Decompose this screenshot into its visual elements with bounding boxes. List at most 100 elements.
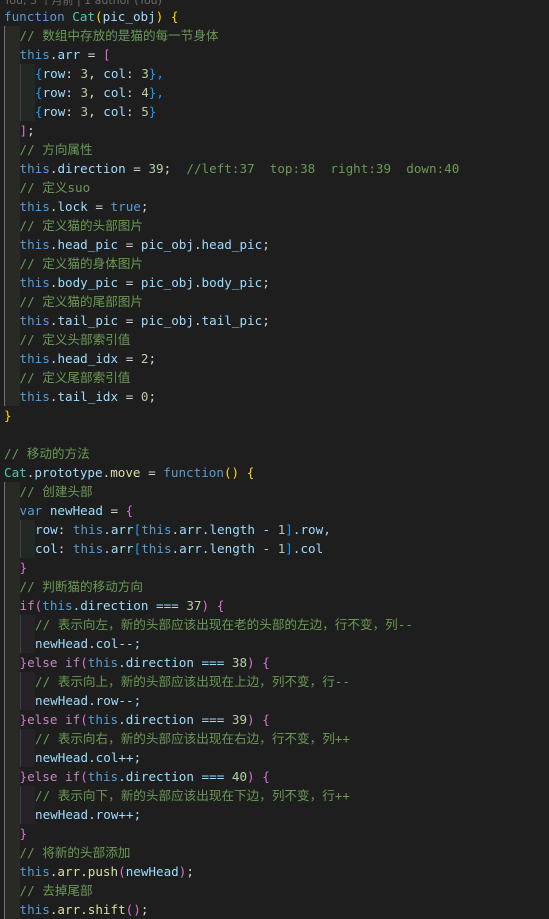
punct: : <box>65 66 81 81</box>
code-line: // 判断猫的移动方向 <box>0 577 549 596</box>
bracket: () <box>223 465 240 480</box>
punct: ; <box>148 389 157 404</box>
number: 40 <box>231 769 248 784</box>
bracket: ) <box>247 769 255 784</box>
operator: = <box>118 313 141 328</box>
bracket: } <box>19 769 28 784</box>
comment: // 表示向左，新的头部应该出现在老的头部的左边，行不变，列-- <box>35 617 413 632</box>
bracket: { <box>35 85 43 100</box>
punct: ; <box>262 275 270 290</box>
indent-guide <box>19 102 35 121</box>
keyword: this <box>19 237 50 252</box>
code-line: // 定义猫的尾部图片 <box>0 292 549 311</box>
code-line: Cat.prototype.move = function() { <box>0 463 549 482</box>
punct: . <box>193 275 202 290</box>
punct: ; <box>186 864 194 879</box>
bracket: { <box>35 66 43 81</box>
code-line: } <box>0 558 549 577</box>
code-line: ]; <box>0 121 549 140</box>
indent-guide <box>4 235 20 254</box>
variable: pic_obj <box>140 237 194 252</box>
keyword: this <box>87 655 119 670</box>
keyword: this <box>19 313 50 328</box>
keyword: if <box>65 655 81 670</box>
bracket: { <box>262 655 270 670</box>
indent-guide <box>4 634 20 653</box>
bracket: } <box>148 104 157 119</box>
property: .arr.length - <box>171 522 278 537</box>
punct: : <box>57 522 73 537</box>
keyword: this <box>87 769 119 784</box>
keyword: else <box>27 712 66 727</box>
punct: : <box>65 85 81 100</box>
indent-guide <box>4 368 20 387</box>
keyword: if <box>65 769 81 784</box>
indent-guide <box>4 615 20 634</box>
indent-guide <box>19 748 35 767</box>
indent-guide <box>4 216 20 235</box>
code-lines[interactable]: function Cat(pic_obj) { // 数组中存放的是猫的每一节身… <box>0 7 549 919</box>
comment: // 数组中存放的是猫的每一节身体 <box>19 28 219 43</box>
keyword: this <box>19 864 50 879</box>
property: .arr.length - <box>171 541 278 556</box>
bracket: ) <box>155 9 164 24</box>
code-line: col: this.arr[this.arr.length - 1].col <box>0 539 549 558</box>
indent-guide <box>4 102 20 121</box>
code-line: } <box>0 406 549 425</box>
code-line: {row: 3, col: 3}, <box>0 64 549 83</box>
number: 3 <box>80 85 89 100</box>
indent-guide <box>4 197 20 216</box>
number: 39 <box>231 712 248 727</box>
property: head_pic <box>57 237 119 252</box>
code-line: // 表示向右，新的头部应该出现在右边，行不变，列++ <box>0 729 549 748</box>
comment: // 定义猫的尾部图片 <box>19 294 144 309</box>
punct: : <box>65 104 81 119</box>
keyword: if <box>19 598 35 613</box>
indent-guide <box>19 729 35 748</box>
code-line: row: this.arr[this.arr.length - 1].row, <box>0 520 549 539</box>
code-line: var newHead = { <box>0 501 549 520</box>
property: prototype <box>34 465 103 480</box>
bracket: ] <box>285 522 293 537</box>
property: head_idx <box>57 351 119 366</box>
bracket: } <box>19 655 28 670</box>
bracket: ] <box>285 541 293 556</box>
bracket: } <box>4 408 12 423</box>
bracket: ( <box>95 9 103 24</box>
property: body_pic <box>57 275 119 290</box>
operator: = <box>118 389 141 404</box>
indent-guide <box>4 767 20 786</box>
comment: //left:37 top:38 right:39 down:40 <box>171 161 460 176</box>
bracket: ) <box>247 712 255 727</box>
bracket: { <box>35 104 43 119</box>
bracket: ) <box>201 598 210 613</box>
indent-guide <box>4 520 20 539</box>
indent-guide <box>4 292 20 311</box>
comment: // 定义suo <box>19 180 91 195</box>
keyword: this <box>72 541 104 556</box>
property: body_pic <box>201 275 263 290</box>
bracket: ( <box>80 769 88 784</box>
code-editor[interactable]: You, 3 个月前 | 1 author (You) function Cat… <box>0 0 549 919</box>
code-line: this.head_pic = pic_obj.head_pic; <box>0 235 549 254</box>
number: 3 <box>80 104 89 119</box>
code-line: this.direction = 39; //left:37 top:38 ri… <box>0 159 549 178</box>
indent-guide <box>4 577 20 596</box>
code-line: this.arr.shift(); <box>0 900 549 919</box>
variable: newHead <box>35 636 89 651</box>
indent-guide <box>4 121 20 140</box>
parameter: pic_obj <box>102 9 156 24</box>
code-line: newHead.col--; <box>0 634 549 653</box>
indent-guide <box>4 900 20 919</box>
class-name: Cat <box>4 465 27 480</box>
comment: // 将新的头部添加 <box>19 845 131 860</box>
bracket: { <box>125 503 134 518</box>
indent-guide <box>19 786 35 805</box>
number: 37 <box>186 598 202 613</box>
variable: newHead <box>35 750 89 765</box>
key: row <box>42 66 66 81</box>
code-line: this.lock = true; <box>0 197 549 216</box>
key: col <box>35 541 58 556</box>
keyword: this <box>19 902 50 917</box>
code-line: this.arr.push(newHead); <box>0 862 549 881</box>
